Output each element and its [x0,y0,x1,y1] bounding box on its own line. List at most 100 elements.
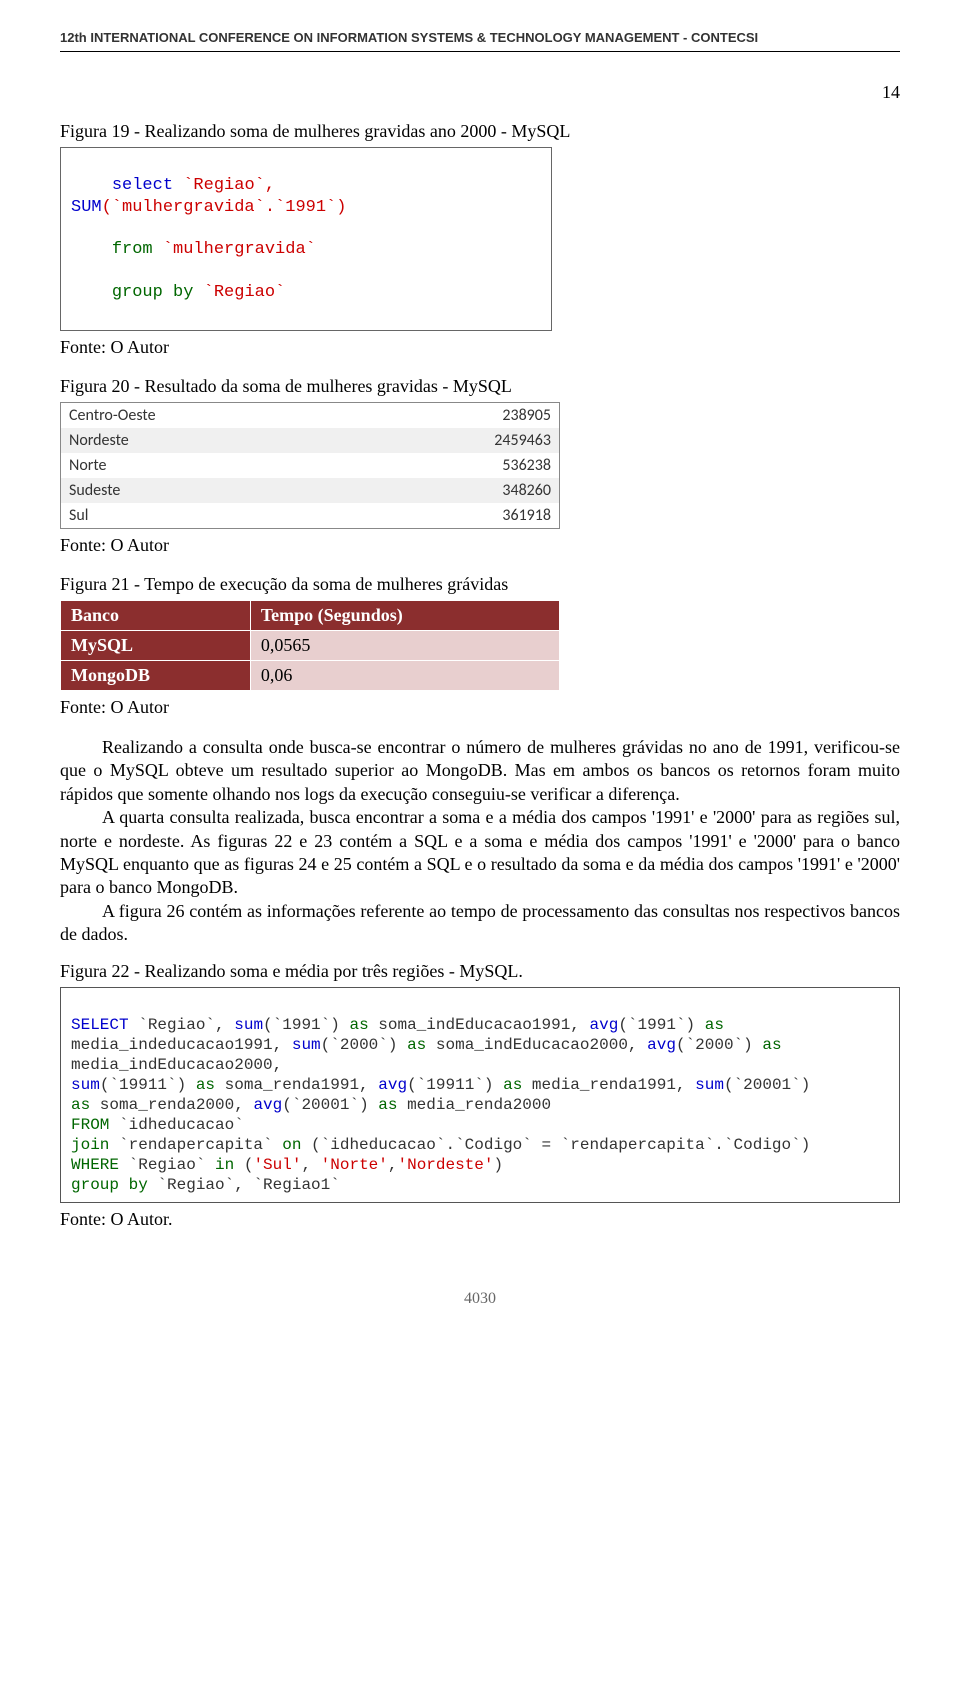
alias: soma_indEducacao2000, [426,1036,647,1054]
page-number-top: 14 [60,82,900,103]
table-row: Nordeste2459463 [61,428,560,453]
figure20-source: Fonte: O Autor [60,535,900,556]
sql-table: `mulhergravida` [153,240,316,259]
time-cell: 0,0565 [250,631,559,661]
table-row: Norte536238 [61,453,560,478]
fn: avg [378,1076,407,1094]
str: 'Sul' [253,1156,301,1174]
kw: WHERE [71,1156,119,1174]
fn: avg [590,1016,619,1034]
table-row: MySQL 0,0565 [61,631,560,661]
table-row: MongoDB 0,06 [61,661,560,691]
kw: as [503,1076,522,1094]
db-cell: MongoDB [61,661,251,691]
fn: sum [695,1076,724,1094]
alias: soma_renda2000, [90,1096,253,1114]
sql-query-fig19: select `Regiao`, SUM(`mulhergravida`.`19… [60,147,552,331]
kw: as [196,1076,215,1094]
arg: (`1991`) [618,1016,704,1034]
header-rule [60,51,900,52]
result-table-fig20: Centro-Oeste238905 Nordeste2459463 Norte… [60,402,560,529]
arg: (`2000`) [321,1036,407,1054]
paragraph-2-text: A quarta consulta realizada, busca encon… [60,807,900,897]
header-banco: Banco [61,601,251,631]
figure22-source: Fonte: O Autor. [60,1209,900,1230]
sql-field: `Regiao`, [173,176,285,195]
region-cell: Sul [61,503,353,529]
alias: media_renda2000 [397,1096,551,1114]
kw: in [215,1156,234,1174]
arg: (`19911`) [100,1076,196,1094]
value-cell: 361918 [352,503,559,529]
fn: sum [234,1016,263,1034]
kw: join [71,1136,109,1154]
str: 'Norte' [321,1156,388,1174]
sql-query-fig22: SELECT `Regiao`, sum(`1991`) as soma_ind… [60,987,900,1203]
kw: as [407,1036,426,1054]
arg: (`19911`) [407,1076,503,1094]
sql-keyword-select: select [112,176,173,195]
figure20-caption: Figura 20 - Resultado da soma de mulhere… [60,376,900,397]
region-cell: Norte [61,453,353,478]
table-header-row: Banco Tempo (Segundos) [61,601,560,631]
figure19-source: Fonte: O Autor [60,337,900,358]
arg: (`1991`) [263,1016,349,1034]
value-cell: 2459463 [352,428,559,453]
sep: , [301,1156,320,1174]
value-cell: 348260 [352,478,559,503]
arg: (`2000`) [676,1036,762,1054]
kw: group by [71,1176,148,1194]
paren: ) [494,1156,504,1174]
sql-keyword-from: from [112,240,153,259]
fn: avg [253,1096,282,1114]
figure22-caption: Figura 22 - Realizando soma e média por … [60,961,900,982]
arg: (`20001`) [282,1096,378,1114]
kw: as [71,1096,90,1114]
alias: soma_indEducacao1991, [369,1016,590,1034]
kw: on [282,1136,301,1154]
paragraph-1: Realizando a consulta onde busca-se enco… [60,736,900,947]
field: `Regiao` [119,1156,215,1174]
kw: FROM [71,1116,109,1134]
alias: media_indeducacao1991, [71,1036,292,1054]
kw: as [705,1016,724,1034]
col: `Regiao`, [129,1016,235,1034]
timing-table-fig21: Banco Tempo (Segundos) MySQL 0,0565 Mong… [60,600,560,691]
value-cell: 238905 [352,403,559,429]
sql-func-sum: SUM [71,198,102,217]
cols: `Regiao`, `Regiao1` [148,1176,340,1194]
tbl: `idheducacao` [109,1116,243,1134]
figure19-caption: Figura 19 - Realizando soma de mulheres … [60,121,900,142]
table-row: Sudeste348260 [61,478,560,503]
sql-groupfield: `Regiao` [193,283,285,302]
kw: as [349,1016,368,1034]
fn: avg [647,1036,676,1054]
sql-keyword-groupby: group by [112,283,194,302]
region-cell: Sudeste [61,478,353,503]
cond: (`idheducacao`.`Codigo` = `rendapercapit… [301,1136,810,1154]
tbl: `rendapercapita` [109,1136,282,1154]
region-cell: Nordeste [61,428,353,453]
table-row: Centro-Oeste238905 [61,403,560,429]
page-number-bottom: 4030 [60,1290,900,1308]
table-row: Sul361918 [61,503,560,529]
str: 'Nordeste' [397,1156,493,1174]
paren: ( [234,1156,253,1174]
header-tempo: Tempo (Segundos) [250,601,559,631]
sql-arg: (`mulhergravida`.`1991`) [102,198,347,217]
alias: soma_renda1991, [215,1076,378,1094]
fn: sum [71,1076,100,1094]
figure21-caption: Figura 21 - Tempo de execução da soma de… [60,574,900,595]
alias: media_renda1991, [522,1076,695,1094]
conference-header: 12th INTERNATIONAL CONFERENCE ON INFORMA… [60,30,900,45]
kw: as [762,1036,781,1054]
kw: as [378,1096,397,1114]
time-cell: 0,06 [250,661,559,691]
db-cell: MySQL [61,631,251,661]
region-cell: Centro-Oeste [61,403,353,429]
kw: SELECT [71,1016,129,1034]
paragraph-3-text: A figura 26 contém as informações refere… [60,901,900,944]
paragraph-1-text: Realizando a consulta onde busca-se enco… [60,737,900,804]
figure21-source: Fonte: O Autor [60,697,900,718]
value-cell: 536238 [352,453,559,478]
